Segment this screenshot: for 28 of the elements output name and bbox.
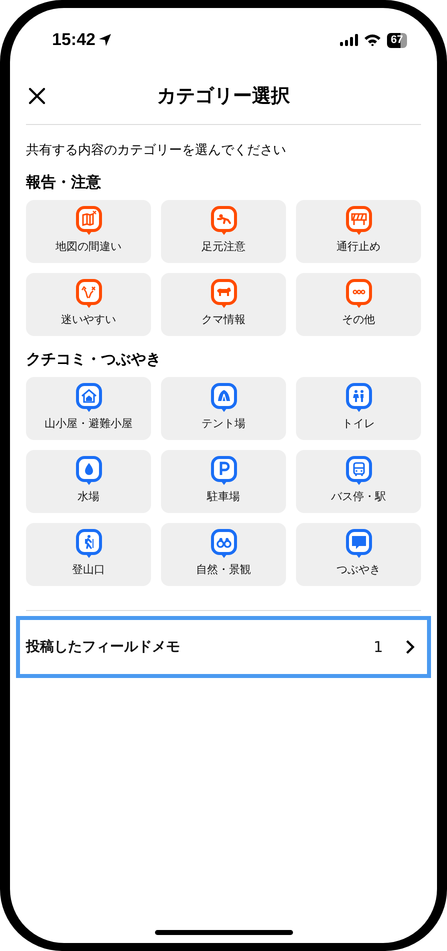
count-text: 1 bbox=[373, 638, 383, 656]
category-tile[interactable]: 地図の間違い bbox=[26, 200, 151, 263]
category-tile[interactable]: 山小屋・避難小屋 bbox=[26, 377, 151, 440]
chevron-right-icon bbox=[405, 639, 415, 655]
instruction-text: 共有する内容のカテゴリーを選んでください bbox=[26, 142, 287, 159]
close-button[interactable] bbox=[28, 87, 46, 105]
posted-memos-row[interactable]: 投稿したフィールドメモ 1 bbox=[16, 616, 431, 678]
category-tile[interactable]: 足元注意 bbox=[161, 200, 286, 263]
category-tile[interactable]: 通行止め bbox=[296, 200, 421, 263]
section-heading: クチコミ・つぶやき bbox=[26, 350, 162, 369]
category-tile[interactable]: テント場 bbox=[161, 377, 286, 440]
screen-title: カテゴリー選択 bbox=[157, 84, 290, 109]
category-tile[interactable]: トイレ bbox=[296, 377, 421, 440]
category-tile[interactable]: 迷いやすい bbox=[26, 273, 151, 336]
signal-icon bbox=[340, 34, 358, 46]
location-arrow-icon bbox=[98, 33, 112, 47]
category-tile[interactable]: バス停・駅 bbox=[296, 450, 421, 513]
category-tile[interactable]: 登山口 bbox=[26, 523, 151, 586]
category-tile[interactable]: つぶやき bbox=[296, 523, 421, 586]
wifi-icon bbox=[364, 34, 381, 46]
category-tile[interactable]: 水場 bbox=[26, 450, 151, 513]
category-tile[interactable]: 駐車場 bbox=[161, 450, 286, 513]
category-tile[interactable]: クマ情報 bbox=[161, 273, 286, 336]
row-label: 投稿したフィールドメモ bbox=[26, 638, 181, 656]
category-tile[interactable]: その他 bbox=[296, 273, 421, 336]
category-tile[interactable]: 自然・景観 bbox=[161, 523, 286, 586]
section-heading: 報告・注意 bbox=[26, 173, 102, 192]
clock-time: 15:42 bbox=[52, 30, 96, 50]
